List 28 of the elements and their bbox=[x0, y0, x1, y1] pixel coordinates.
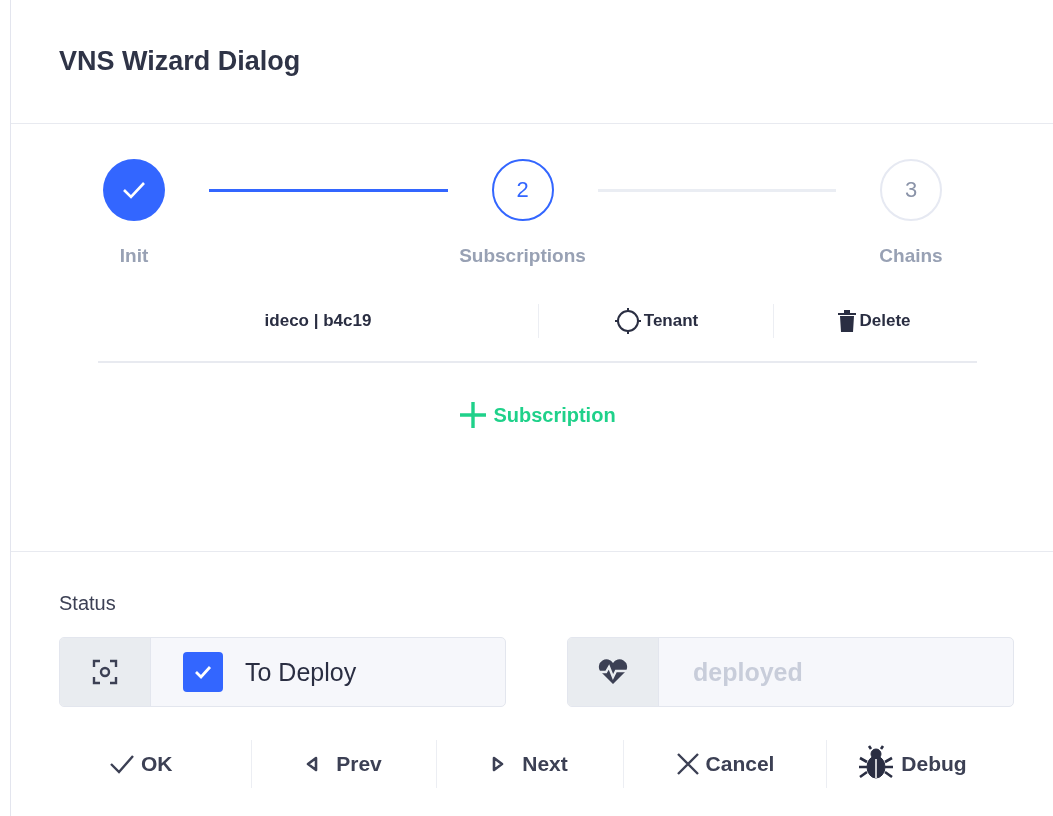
check-icon bbox=[193, 664, 213, 680]
next-button[interactable]: Next bbox=[437, 739, 623, 789]
check-icon bbox=[109, 754, 135, 774]
step-label: Subscriptions bbox=[459, 245, 586, 267]
delete-button[interactable]: Delete bbox=[774, 304, 974, 338]
status-label: Status bbox=[59, 592, 117, 615]
checkbox[interactable] bbox=[183, 652, 223, 692]
triangle-right-icon bbox=[492, 756, 505, 772]
prev-button[interactable]: Prev bbox=[252, 739, 436, 789]
crosshair-icon bbox=[613, 307, 642, 335]
debug-button[interactable]: Debug bbox=[827, 739, 997, 789]
heart-pulse-icon bbox=[597, 659, 629, 685]
step-label: Init bbox=[119, 245, 149, 267]
subscription-name: ideco | b4c19 bbox=[98, 304, 539, 338]
cancel-button[interactable]: Cancel bbox=[624, 739, 826, 789]
deploy-checkbox-field[interactable]: To Deploy bbox=[59, 637, 506, 707]
triangle-left-icon bbox=[306, 756, 319, 772]
check-icon bbox=[122, 181, 146, 199]
plus-icon bbox=[459, 401, 488, 429]
dialog-title: VNS Wizard Dialog bbox=[59, 46, 301, 77]
ok-button[interactable]: OK bbox=[109, 739, 251, 789]
step-circle[interactable]: 2 bbox=[491, 159, 554, 221]
focus-frame-icon bbox=[92, 659, 118, 685]
tenant-button[interactable]: Tenant bbox=[539, 304, 774, 338]
close-icon bbox=[675, 752, 700, 776]
trash-icon bbox=[837, 309, 858, 333]
step-label: Chains bbox=[879, 245, 943, 267]
checkbox-label: To Deploy bbox=[245, 657, 357, 687]
